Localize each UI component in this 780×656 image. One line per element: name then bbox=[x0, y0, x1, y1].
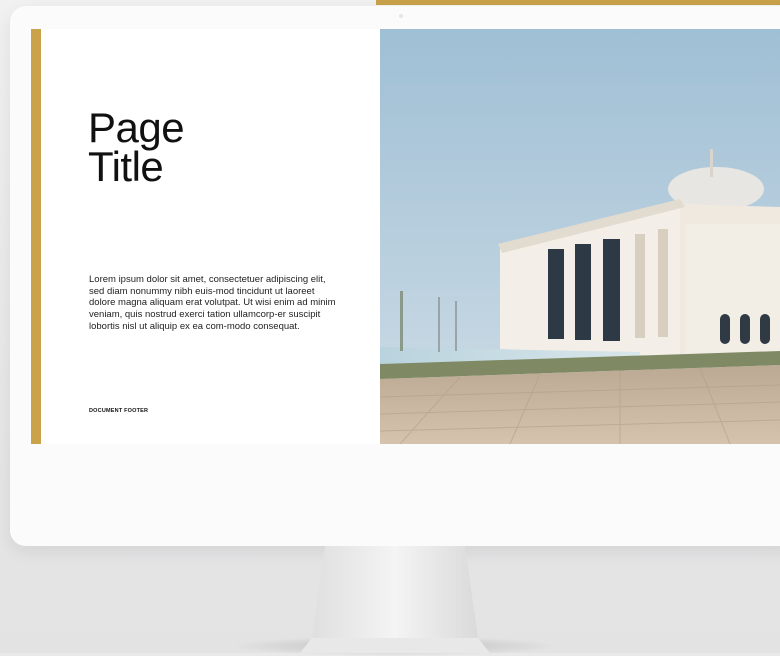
page-title-line-2: Title bbox=[88, 143, 164, 190]
camera-icon bbox=[399, 14, 403, 18]
mosque-photo-icon bbox=[380, 29, 780, 444]
monitor-stand bbox=[300, 546, 490, 653]
body-text: Lorem ipsum dolor sit amet, consectetuer… bbox=[89, 274, 336, 332]
mosque-photo bbox=[380, 29, 780, 444]
page-title: Page Title bbox=[88, 107, 185, 188]
top-accent-strip bbox=[376, 0, 780, 5]
monitor-chin bbox=[10, 470, 780, 546]
document-footer: DOCUMENT FOOTER bbox=[89, 408, 149, 414]
accent-bar bbox=[31, 29, 41, 444]
